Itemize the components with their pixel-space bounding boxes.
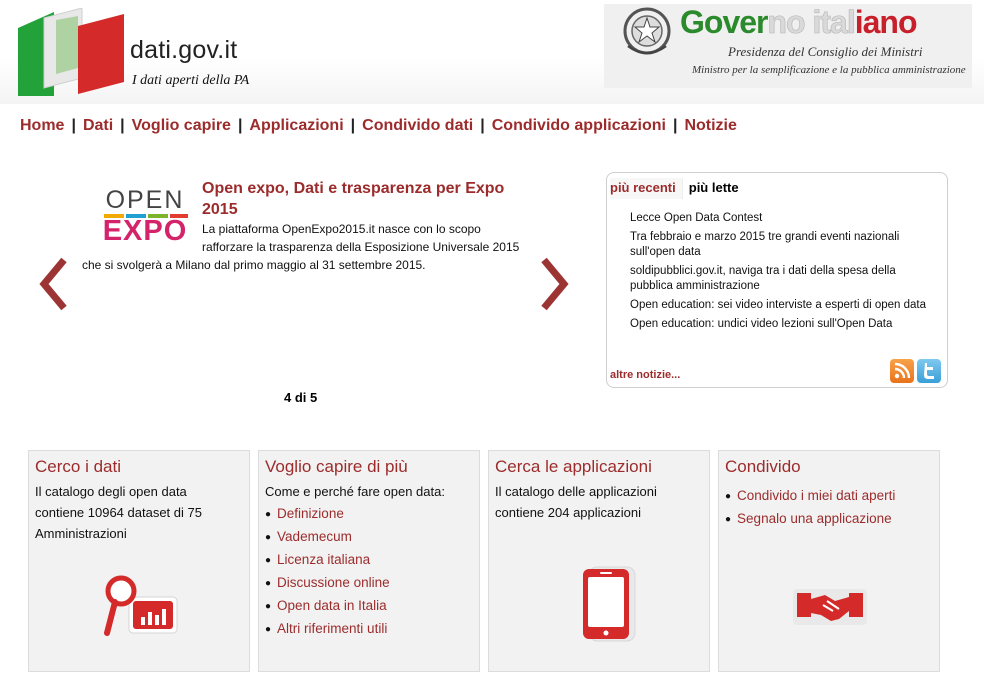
site-name[interactable]: dati.gov.it — [130, 36, 237, 65]
link-segnalo-applicazione[interactable]: ● Segnalo una applicazione — [725, 508, 895, 531]
slide-text: La piattaforma OpenExpo2015.it nasce con… — [202, 222, 520, 254]
dati-logo-icon[interactable] — [16, 8, 126, 98]
card-title[interactable]: Cerca le applicazioni — [495, 457, 652, 477]
svg-text:OPEN: OPEN — [106, 186, 185, 214]
featured-carousel: OPEN EXPO Open expo, Dati e trasparenza … — [30, 170, 590, 410]
card-cerca-applicazioni[interactable]: Cerca le applicazioni Il catalogo delle … — [488, 450, 710, 672]
card-title[interactable]: Voglio capire di più — [265, 457, 408, 477]
nav-dati[interactable]: Dati — [83, 117, 113, 135]
nav-condivido-dati[interactable]: Condivido dati — [362, 117, 473, 135]
nav-voglio-capire[interactable]: Voglio capire — [132, 117, 231, 135]
governo-italiano-title: Governo italiano — [680, 4, 917, 41]
news-tabs: più recenti più lette — [610, 178, 739, 199]
nav-separator: | — [350, 117, 356, 134]
news-item[interactable]: Open education: undici video lezioni sul… — [630, 317, 930, 332]
card-link-list: ● Condivido i miei dati aperti ● Segnalo u… — [725, 485, 895, 531]
chevron-left-icon[interactable] — [36, 256, 72, 312]
more-news-link[interactable]: altre notizie... — [610, 369, 680, 381]
link-definizione[interactable]: ● Definizione — [265, 503, 390, 526]
nav-notizie[interactable]: Notizie — [684, 117, 736, 135]
card-title[interactable]: Cerco i dati — [35, 457, 121, 477]
main-nav: Home | Dati | Voglio capire | Applicazio… — [20, 117, 737, 135]
svg-text:EXPO: EXPO — [103, 215, 188, 246]
site-header: dati.gov.it I dati aperti della PA Gover… — [0, 0, 984, 104]
governo-italiano-banner[interactable]: Governo italiano Presidenza del Consigli… — [604, 4, 972, 88]
gov-subtitle-presidenza: Presidenza del Consiglio dei Ministri — [728, 44, 923, 59]
chevron-right-icon[interactable] — [536, 256, 572, 312]
nav-applicazioni[interactable]: Applicazioni — [249, 117, 343, 135]
nav-home[interactable]: Home — [20, 117, 64, 135]
handshake-icon[interactable] — [785, 569, 875, 649]
nav-separator: | — [237, 117, 243, 134]
news-box: più recenti più lette Lecce Open Data Con… — [606, 172, 948, 388]
card-text: Il catalogo delle applicazioni contiene … — [495, 484, 657, 520]
card-title[interactable]: Condivido — [725, 457, 801, 477]
nav-separator: | — [120, 117, 125, 134]
news-list: Lecce Open Data Contest Tra febbraio e m… — [630, 211, 930, 336]
rss-icon[interactable] — [890, 359, 914, 383]
card-link-list: ● Definizione ● Vademecum ● Licenza italian… — [265, 503, 390, 641]
card-text: Come e perché fare open data: — [265, 484, 445, 499]
nav-condivido-applicazioni[interactable]: Condivido applicazioni — [492, 117, 666, 135]
gov-subtitle-ministro: Ministro per la semplificazione e la pub… — [692, 64, 966, 76]
link-vademecum[interactable]: ● Vademecum — [265, 526, 390, 549]
news-item[interactable]: Open education: sei video interviste a e… — [630, 298, 930, 313]
slide-counter: 4 di 5 — [284, 390, 318, 405]
link-discussione-online[interactable]: ● Discussione online — [265, 572, 390, 595]
card-condivido[interactable]: Condivido ● Condivido i miei dati aperti … — [718, 450, 940, 672]
news-item[interactable]: Tra febbraio e marzo 2015 tre grandi eve… — [630, 230, 930, 260]
link-condivido-dati[interactable]: ● Condivido i miei dati aperti — [725, 485, 895, 508]
card-text: Il catalogo degli open data contiene 109… — [35, 484, 202, 541]
smartphone-icon[interactable] — [565, 563, 655, 643]
site-tagline: I dati aperti della PA — [132, 73, 250, 88]
news-item[interactable]: Lecce Open Data Contest — [630, 211, 930, 226]
news-item[interactable]: soldipubblici.gov.it, naviga tra i dati … — [630, 264, 930, 294]
search-data-icon[interactable] — [99, 571, 189, 651]
italian-emblem-icon — [623, 7, 671, 55]
nav-separator: | — [480, 117, 485, 134]
tab-piu-recenti[interactable]: più recenti — [610, 178, 683, 199]
slide-text-continued: che si svolgerà a Milano dal primo maggi… — [82, 258, 426, 272]
link-altri-riferimenti[interactable]: ● Altri riferimenti utili — [265, 618, 390, 641]
card-voglio-capire[interactable]: Voglio capire di più Come e perché fare … — [258, 450, 480, 672]
nav-separator: | — [672, 117, 678, 134]
tab-piu-lette[interactable]: più lette — [689, 180, 739, 195]
link-open-data-italia[interactable]: ● Open data in Italia — [265, 595, 390, 618]
slide-title[interactable]: Open expo, Dati e trasparenza per Expo 2… — [202, 178, 522, 220]
card-cerco-dati[interactable]: Cerco i dati Il catalogo degli open data… — [28, 450, 250, 672]
link-licenza-italiana[interactable]: ● Licenza italiana — [265, 549, 390, 572]
twitter-icon[interactable] — [917, 359, 941, 383]
open-expo-logo-icon[interactable]: OPEN EXPO — [96, 184, 194, 246]
nav-separator: | — [71, 117, 76, 134]
